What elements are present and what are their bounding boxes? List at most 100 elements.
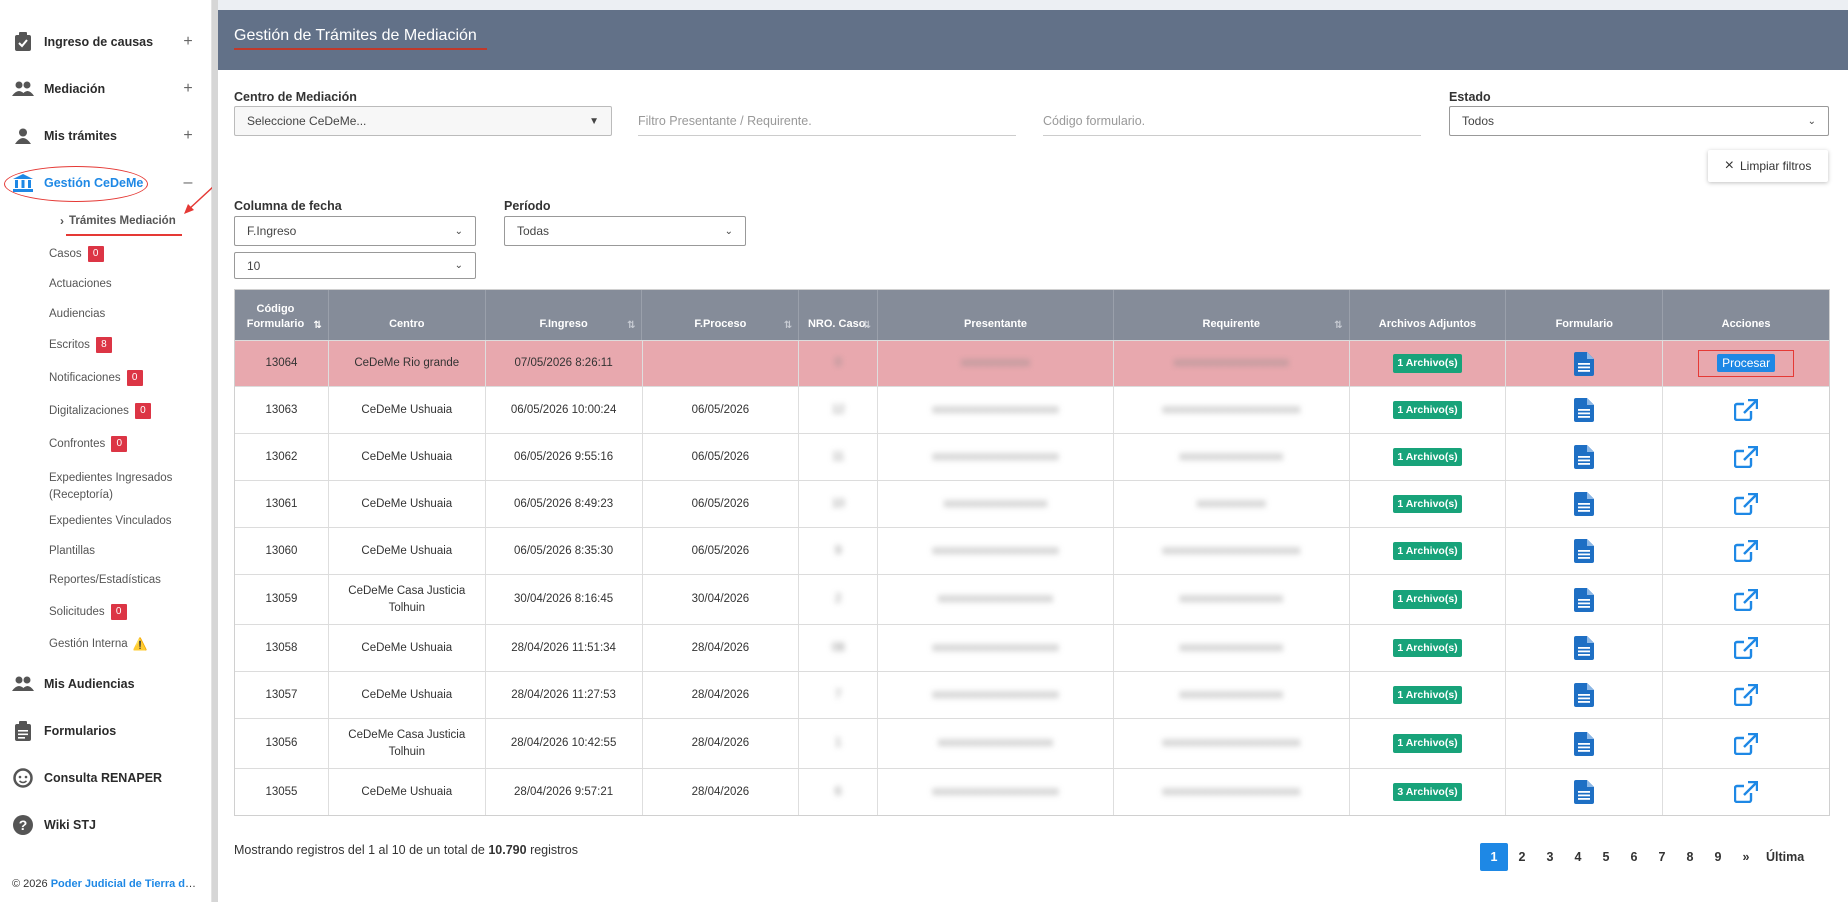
document-icon[interactable]: [1574, 731, 1595, 756]
document-icon[interactable]: [1574, 636, 1595, 660]
nav-mis-tramites[interactable]: Mis trámites +: [0, 118, 212, 154]
sidebar-subitem[interactable]: Audiencias: [49, 308, 105, 320]
plus-icon[interactable]: +: [178, 127, 198, 145]
external-link-icon[interactable]: [1734, 446, 1759, 468]
sort-icon[interactable]: ⇅: [863, 319, 871, 333]
sort-icon[interactable]: ⇅: [1334, 319, 1342, 333]
column-header: Centro: [329, 290, 486, 340]
attachments-badge[interactable]: 1 Archivo(s): [1393, 400, 1462, 420]
table-row: 13056 CeDeMe Casa Justicia Tolhuin 28/04/2…: [235, 718, 1829, 768]
count-badge: 8: [95, 337, 112, 353]
plus-icon[interactable]: +: [178, 80, 198, 98]
sidebar-subitem[interactable]: Expedientes Ingresados (Receptoría): [49, 470, 172, 504]
external-link-icon[interactable]: [1734, 684, 1759, 706]
nav-consulta-renaper[interactable]: Consulta RENAPER: [0, 760, 212, 796]
clear-filters-button[interactable]: × Limpiar filtros: [1708, 150, 1828, 182]
nav-formularios[interactable]: Formularios: [0, 713, 212, 749]
attachments-badge[interactable]: 1 Archivo(s): [1393, 541, 1462, 561]
sidebar-subitem[interactable]: Confrontes 0: [49, 436, 128, 452]
document-icon[interactable]: [1574, 492, 1595, 516]
plus-icon[interactable]: +: [178, 33, 198, 51]
sort-icon[interactable]: ⇅: [784, 319, 792, 333]
sort-icon[interactable]: ⇅: [627, 319, 635, 333]
nav-mis-audiencias[interactable]: Mis Audiencias: [0, 666, 212, 702]
sidebar-subitem[interactable]: Casos 0: [49, 246, 104, 262]
page-link[interactable]: 4: [1564, 843, 1592, 871]
attachments-badge[interactable]: 1 Archivo(s): [1393, 447, 1462, 467]
presentante-filter-input[interactable]: Filtro Presentante / Requirente.: [638, 106, 1016, 136]
sidebar-subitem[interactable]: Actuaciones: [49, 278, 112, 290]
cell-codigo: 13060: [265, 544, 298, 557]
codigo-filter-input[interactable]: Código formulario.: [1043, 106, 1421, 136]
table-cell: xxxxxxxxxxxxxxxxxxxx: [878, 719, 1114, 768]
external-link-icon[interactable]: [1734, 732, 1759, 755]
document-icon[interactable]: [1574, 398, 1595, 422]
page-link[interactable]: 9: [1704, 843, 1732, 871]
page-link[interactable]: 8: [1676, 843, 1704, 871]
attachments-badge[interactable]: 1 Archivo(s): [1393, 638, 1462, 658]
attachments-badge[interactable]: 1 Archivo(s): [1393, 354, 1462, 373]
nav-ingreso-causas[interactable]: Ingreso de causas +: [0, 24, 212, 60]
attachments-badge[interactable]: 1 Archivo(s): [1393, 494, 1462, 514]
document-icon[interactable]: [1574, 780, 1595, 804]
external-link-icon[interactable]: [1734, 588, 1759, 611]
sidebar-subitem[interactable]: Plantillas: [49, 545, 95, 557]
document-icon[interactable]: [1574, 351, 1595, 376]
clipboard-check-icon: [12, 31, 34, 53]
table-cell: xxxxxxxxxxxxxxxxxxxxxx: [878, 625, 1114, 671]
column-header[interactable]: Código Formulario ⇅: [235, 290, 329, 340]
page-link[interactable]: 1: [1480, 843, 1508, 871]
estado-select[interactable]: Todos ⌄: [1449, 106, 1829, 136]
page-link[interactable]: Última: [1760, 843, 1810, 871]
sidebar-subitem[interactable]: Digitalizaciones 0: [49, 403, 151, 419]
document-icon[interactable]: [1574, 445, 1595, 469]
page-link[interactable]: 6: [1620, 843, 1648, 871]
nav-mediacion[interactable]: Mediación +: [0, 71, 212, 107]
question-circle-icon: ?: [12, 814, 34, 836]
procesar-button[interactable]: Procesar: [1717, 353, 1776, 372]
column-header[interactable]: F.Ingreso ⇅: [486, 290, 643, 340]
sidebar-subitem[interactable]: Solicitudes 0: [49, 604, 127, 620]
external-link-icon[interactable]: [1734, 781, 1759, 803]
columna-fecha-select[interactable]: F.Ingreso ⌄: [234, 216, 476, 246]
centro-select[interactable]: Seleccione CeDeMe... ▼: [234, 106, 612, 136]
column-header[interactable]: NRO. Caso. ⇅: [799, 290, 879, 340]
page-link[interactable]: »: [1732, 843, 1760, 871]
nav-wiki-stj[interactable]: ? Wiki STJ: [0, 807, 212, 843]
table-cell: 13063: [235, 387, 329, 433]
external-link-icon[interactable]: [1734, 399, 1759, 421]
cell-presentante: xxxxxxxxxxxxxxxxxxxx: [938, 737, 1054, 750]
document-icon[interactable]: [1574, 683, 1595, 707]
page-link[interactable]: 2: [1508, 843, 1536, 871]
sidebar-subitem[interactable]: Expedientes Vinculados: [49, 515, 172, 527]
external-link-icon[interactable]: [1734, 637, 1759, 659]
sidebar-subitem[interactable]: Reportes/Estadísticas: [49, 574, 161, 586]
attachments-badge[interactable]: 1 Archivo(s): [1393, 685, 1462, 705]
attachments-badge[interactable]: 1 Archivo(s): [1393, 734, 1462, 753]
external-link-icon[interactable]: [1734, 540, 1759, 562]
column-header[interactable]: Requirente ⇅: [1114, 290, 1350, 340]
sidebar-item-tramites-mediacion[interactable]: › Trámites Mediación: [60, 214, 176, 228]
cell-requirente: xxxxxxxxxxxx: [1196, 497, 1266, 510]
count-badge: 0: [111, 436, 128, 452]
attachments-badge[interactable]: 3 Archivo(s): [1393, 782, 1462, 802]
footer-link[interactable]: Poder Judicial de Tierra del Fuego: [51, 878, 202, 890]
column-header[interactable]: F.Proceso ⇅: [642, 290, 800, 340]
sidebar-subitem[interactable]: Gestión Interna ⚠️: [49, 637, 148, 651]
cell-presentante: xxxxxxxxxxxx: [961, 357, 1031, 370]
attachments-badge[interactable]: 1 Archivo(s): [1393, 590, 1462, 609]
page-link[interactable]: 3: [1536, 843, 1564, 871]
table-cell: xxxxxxxxxxxxxxxxxxxxxxxx: [1114, 387, 1350, 433]
document-icon[interactable]: [1574, 587, 1595, 612]
sort-icon[interactable]: ⇅: [314, 319, 322, 333]
page-link[interactable]: 5: [1592, 843, 1620, 871]
sidebar-subitem[interactable]: Escritos 8: [49, 337, 112, 353]
page-size-select[interactable]: 10 ⌄: [234, 252, 476, 279]
document-icon[interactable]: [1574, 539, 1595, 563]
sidebar-subitem[interactable]: Notificaciones 0: [49, 370, 143, 386]
external-link-icon[interactable]: [1734, 493, 1759, 515]
table-cell: 1 Archivo(s): [1350, 434, 1507, 480]
table-cell: [1506, 575, 1664, 624]
periodo-select[interactable]: Todas ⌄: [504, 216, 746, 246]
page-link[interactable]: 7: [1648, 843, 1676, 871]
